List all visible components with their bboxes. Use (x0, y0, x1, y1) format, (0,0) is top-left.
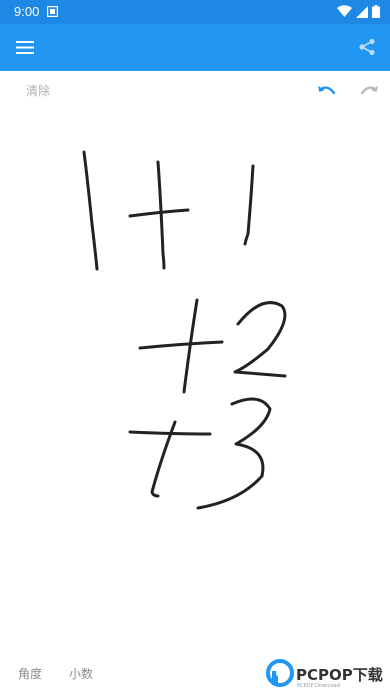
handwriting-canvas[interactable] (0, 104, 390, 644)
stroke-plus2-vertical (182, 298, 199, 394)
watermark: PCPOP下载 PCPOP Download (266, 658, 384, 692)
stroke-digit-1b (243, 164, 255, 246)
battery-icon (372, 5, 380, 18)
undo-icon[interactable] (316, 82, 338, 100)
calculator-screen: 9:00 清除 角度 小数 PCPOP下载 PCPOP Download (0, 0, 390, 694)
clear-button[interactable]: 清除 (26, 82, 50, 99)
stroke-plus-horizontal (128, 208, 190, 218)
status-icons (337, 5, 380, 18)
menu-icon (16, 40, 34, 54)
pcpop-logo-icon (266, 659, 294, 687)
stroke-plus-vertical (156, 160, 166, 270)
stroke-digit-1 (82, 150, 99, 271)
status-time: 9:00 (14, 4, 40, 19)
watermark-subtext: PCPOP Download (297, 683, 340, 689)
share-button[interactable] (354, 34, 380, 60)
stroke-plus2-horizontal (138, 340, 224, 350)
share-icon (359, 38, 375, 56)
stroke-plus3-horizontal (128, 430, 212, 436)
status-bar: 9:00 (0, 0, 390, 24)
redo-icon[interactable] (358, 82, 380, 100)
angle-mode-tab[interactable]: 角度 (18, 665, 42, 682)
app-bar (0, 24, 390, 71)
stroke-digit-2 (233, 301, 287, 378)
decimal-mode-tab[interactable]: 小数 (69, 665, 93, 682)
menu-button[interactable] (12, 34, 38, 60)
wifi-icon (337, 5, 352, 17)
watermark-text: PCPOP下载 (296, 666, 383, 684)
stroke-digit-3 (196, 397, 272, 510)
signal-icon (356, 5, 368, 18)
notification-square-icon (47, 6, 58, 17)
